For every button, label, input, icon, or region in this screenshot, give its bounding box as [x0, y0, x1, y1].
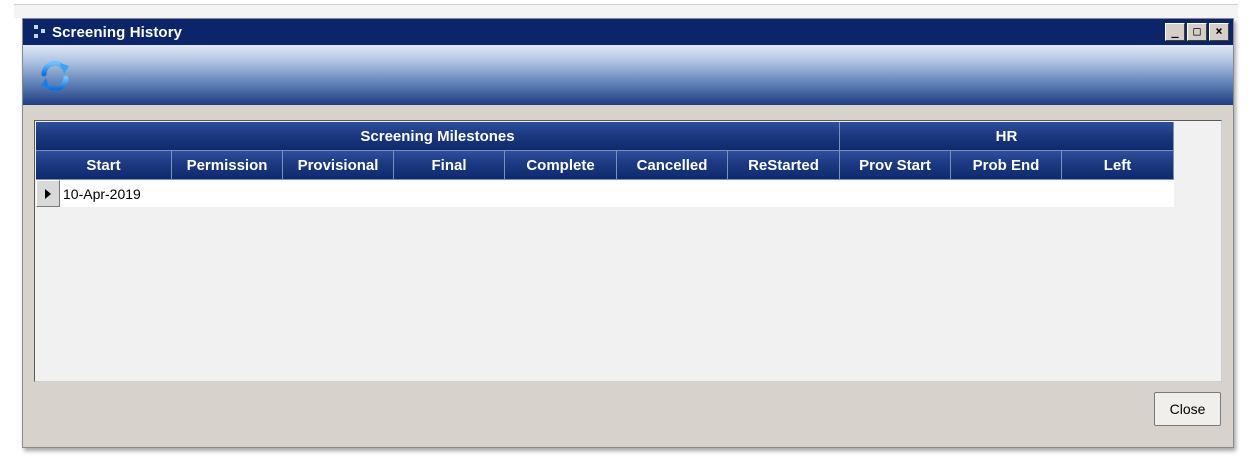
cell-final[interactable]	[394, 180, 505, 207]
cell-complete[interactable]	[505, 180, 617, 207]
column-header-prov-start[interactable]: Prov Start	[840, 151, 951, 180]
background-window-strip	[14, 4, 1238, 18]
column-header-start[interactable]: Start	[36, 151, 172, 180]
window-title: Screening History	[52, 23, 183, 41]
current-row-arrow-icon	[45, 188, 51, 199]
cell-restarted[interactable]	[728, 180, 840, 207]
column-header-final[interactable]: Final	[394, 151, 505, 180]
close-window-button[interactable]: ×	[1209, 23, 1229, 41]
cell-prob-end[interactable]	[951, 180, 1062, 207]
cell-left[interactable]	[1062, 180, 1174, 207]
title-bar[interactable]: Screening History _ □ ×	[23, 19, 1233, 45]
cell-prov-start[interactable]	[840, 180, 951, 207]
column-header-prob-end[interactable]: Prob End	[951, 151, 1062, 180]
column-header-complete[interactable]: Complete	[505, 151, 617, 180]
minimize-button[interactable]: _	[1165, 23, 1185, 41]
toolbar	[23, 45, 1233, 105]
cell-cancelled[interactable]	[617, 180, 728, 207]
grid-column-header-row: Start Permission Provisional Final Compl…	[36, 151, 1174, 180]
close-button[interactable]: Close	[1154, 392, 1221, 426]
table-row[interactable]: 10-Apr-2019	[36, 180, 1174, 207]
restore-button[interactable]: □	[1187, 23, 1207, 41]
column-header-restarted[interactable]: ReStarted	[728, 151, 840, 180]
group-header-hr: HR	[840, 122, 1174, 151]
column-header-left[interactable]: Left	[1062, 151, 1174, 180]
group-header-screening-milestones: Screening Milestones	[36, 122, 840, 151]
refresh-icon	[41, 60, 69, 92]
column-header-provisional[interactable]: Provisional	[283, 151, 394, 180]
screening-history-window: Screening History _ □ × Screening Milest…	[22, 18, 1234, 448]
app-icon	[32, 24, 48, 40]
grid-group-header-row: Screening Milestones HR	[36, 122, 1174, 151]
history-grid[interactable]: Screening Milestones HR Start Permission…	[34, 120, 1222, 382]
column-header-cancelled[interactable]: Cancelled	[617, 151, 728, 180]
refresh-button[interactable]	[35, 56, 75, 96]
cell-permission[interactable]	[172, 180, 283, 207]
cell-start[interactable]: 10-Apr-2019	[60, 180, 172, 207]
column-header-permission[interactable]: Permission	[172, 151, 283, 180]
cell-provisional[interactable]	[283, 180, 394, 207]
row-selector[interactable]	[36, 180, 60, 207]
window-controls: _ □ ×	[1165, 23, 1229, 41]
